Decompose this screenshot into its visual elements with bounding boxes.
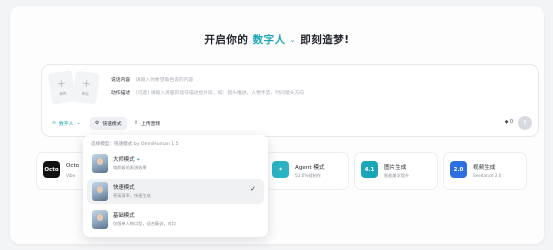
plus-icon: +: [55, 76, 67, 91]
plus-icon: +: [81, 76, 92, 91]
upload-icon: ⇪: [134, 121, 139, 126]
mode-title: 快速模式: [113, 185, 135, 191]
mode-title-text: 大师模式: [113, 157, 135, 163]
diamond-icon: ◆: [504, 120, 509, 125]
mode-description: 仅限单人物口型，适合集训，对口: [113, 221, 176, 226]
mode-title: 基础模式: [113, 213, 135, 219]
check-icon: ✓: [250, 185, 256, 193]
mode-option-master[interactable]: 大师模式 ✦ 电影级的表演效果: [87, 151, 264, 176]
page-headline: 开启你的 数字人 ⌄ 即刻造梦!: [10, 32, 544, 47]
card-subtitle: Vibe: [66, 173, 76, 178]
digital-human-selector[interactable]: 数字人 ⌄: [253, 34, 301, 46]
mode-dropdown: 选择模型：快速模式 by OmniHuman 1.5 大师模式 ✦ 电影级的表演…: [83, 135, 268, 237]
dropdown-header: 选择模型：快速模式 by OmniHuman 1.5: [91, 142, 179, 147]
upload-audio-button[interactable]: ⇪ 上传音频: [134, 117, 160, 130]
send-button[interactable]: ↑: [518, 116, 532, 130]
mode-thumbnail: [92, 182, 108, 201]
chevron-down-icon: ⌄: [289, 36, 297, 44]
card-video-generation[interactable]: 2.0 视频生成 Seedance 2.0: [443, 152, 527, 190]
card-subtitle: Seedance 2.0: [473, 173, 502, 178]
dialogue-placeholder: 请输入你希望角色说的内容: [135, 78, 194, 83]
main-panel: 开启你的 数字人 ⌄ 即刻造梦! + 角色 + 音色 说话内容 请输入你希望角色…: [10, 6, 544, 244]
mode-option-basic[interactable]: 基础模式 仅限单人物口型，适合集训，对口: [87, 207, 264, 232]
mode-description: 电影级的表演效果: [113, 165, 147, 170]
sparkle-icon: ✦: [136, 158, 141, 163]
octo-icon: Octo: [43, 161, 60, 178]
mode-thumbnail: [92, 154, 108, 173]
card-image-generation[interactable]: 4.1 图片生成 智能美学提升: [354, 152, 438, 190]
dialogue-field[interactable]: 说话内容 请输入你希望角色说的内容: [111, 76, 193, 83]
avatar-icon: ⊙: [52, 121, 57, 126]
mode-select-button[interactable]: ⚙ 快速模式: [90, 117, 127, 130]
mode-description: 更高清率，快速生成: [113, 193, 151, 198]
upload-audio-label: 上传音频: [141, 122, 161, 127]
chevron-down-icon: ⌄: [76, 121, 81, 126]
card-subtitle: 智能美学提升: [384, 173, 410, 178]
mode-option-fast[interactable]: 快速模式 更高清率，快速生成 ✓: [87, 179, 264, 204]
agent-icon: ✦: [272, 161, 289, 178]
card-agent-mode[interactable]: ✦ Agent 模式 52.0%帧制作: [265, 152, 349, 190]
card-subtitle: 52.0%帧制作: [295, 173, 321, 178]
card-title: 图片生成: [384, 165, 407, 171]
prompt-composer: + 角色 + 音色 说话内容 请输入你希望角色说的内容 动作描述 (可选) 请输…: [41, 64, 539, 137]
action-placeholder: (可选) 请输入清楚的动作描述给片段，如：镜头推进，人物手势，时间镜头方向: [135, 91, 305, 96]
card-title: Octo: [66, 163, 80, 169]
upload-voice-button[interactable]: + 音色: [72, 70, 100, 105]
mode-thumbnail: [92, 210, 108, 229]
action-label: 动作描述: [111, 91, 131, 96]
credits-indicator: ◆ 0: [505, 120, 513, 125]
headline-prefix: 开启你的: [204, 34, 249, 46]
mode-label: 快速模式: [102, 122, 122, 127]
card-title: 视频生成: [473, 165, 496, 171]
video-model-icon: 2.0: [450, 161, 467, 178]
card-title: Agent 模式: [295, 165, 325, 171]
upload-character-label: 角色: [59, 91, 67, 97]
headline-suffix: 即刻造梦!: [300, 34, 350, 46]
image-model-icon: 4.1: [361, 161, 378, 178]
headline-accent: 数字人: [252, 34, 286, 46]
upload-voice-label: 音色: [81, 91, 90, 97]
arrow-up-icon: ↑: [522, 119, 528, 127]
settings-icon: ⚙: [95, 121, 100, 126]
action-field[interactable]: 动作描述 (可选) 请输入清楚的动作描述给片段，如：镜头推进，人物手势，时间镜头…: [111, 89, 304, 96]
dialogue-label: 说话内容: [111, 78, 131, 83]
card-octo[interactable]: Octo Octo Vibe: [36, 152, 88, 190]
digital-human-label: 数字人: [59, 122, 74, 127]
mode-title: 大师模式 ✦: [113, 155, 140, 163]
credits-count: 0: [509, 120, 513, 125]
digital-human-chip[interactable]: ⊙ 数字人 ⌄: [52, 117, 80, 130]
